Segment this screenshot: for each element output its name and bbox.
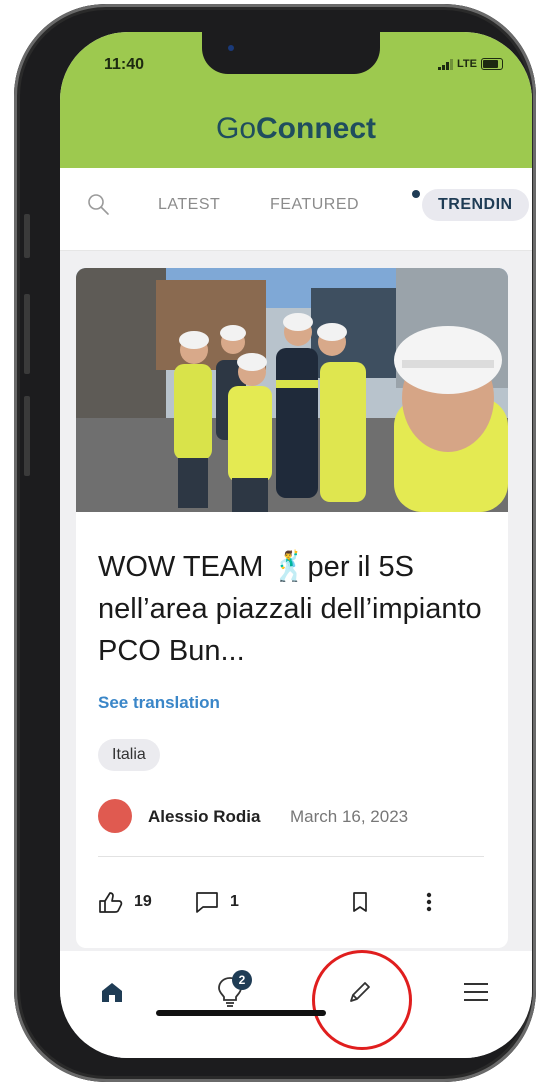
phone-frame: 11:40 LTE GoConnect LATEST FEATURED TREN… <box>14 4 536 1082</box>
highlight-circle <box>312 950 412 1050</box>
hamburger-menu-icon <box>464 983 488 1001</box>
post-actions: 19 1 <box>98 890 490 920</box>
more-vertical-icon <box>426 892 432 912</box>
feed: WOW TEAM 🕺per il 5S nell’area piazzali d… <box>60 251 532 951</box>
battery-icon <box>480 58 503 70</box>
post-date: March 16, 2023 <box>290 807 409 826</box>
home-indicator[interactable] <box>156 1010 326 1016</box>
bookmark-icon <box>353 892 367 912</box>
status-time: 11:40 <box>104 56 145 73</box>
comment-count: 1 <box>230 893 239 910</box>
post-card[interactable]: WOW TEAM 🕺per il 5S nell’area piazzali d… <box>76 268 508 948</box>
comment-icon <box>196 892 218 913</box>
nav-home[interactable] <box>92 972 132 1012</box>
search-icon[interactable] <box>86 192 110 216</box>
like-count: 19 <box>134 893 152 910</box>
app-title-bold: Connect <box>256 112 377 145</box>
tab-trending[interactable]: TRENDIN <box>422 189 529 221</box>
divider <box>98 856 484 857</box>
nav-menu[interactable] <box>456 972 496 1012</box>
post-title[interactable]: WOW TEAM 🕺per il 5S nell’area piazzali d… <box>98 546 490 672</box>
mute-switch <box>24 214 30 258</box>
tab-bar: LATEST FEATURED TRENDIN <box>60 170 532 251</box>
camera <box>228 45 234 51</box>
notch <box>202 32 380 74</box>
tab-featured[interactable]: FEATURED <box>270 196 359 214</box>
signal-icon <box>438 58 453 70</box>
more-options-button[interactable] <box>424 890 434 914</box>
status-icons: LTE <box>438 58 503 70</box>
volume-up-button <box>24 294 30 374</box>
author-name[interactable]: Alessio Rodia <box>148 807 260 827</box>
home-icon <box>102 983 122 1002</box>
avatar[interactable] <box>98 799 132 833</box>
tab-latest[interactable]: LATEST <box>158 196 220 214</box>
post-photo[interactable] <box>76 268 508 512</box>
bottom-nav: 2 <box>60 950 532 1058</box>
volume-down-button <box>24 396 30 476</box>
app-title: GoConnect <box>60 112 532 146</box>
comment-button[interactable]: 1 <box>194 890 239 914</box>
thumbs-up-icon <box>99 892 123 913</box>
nav-ideas[interactable]: 2 <box>210 970 252 1012</box>
see-translation-link[interactable]: See translation <box>98 693 220 713</box>
ideas-badge: 2 <box>232 970 252 990</box>
tag-chip[interactable]: Italia <box>98 739 160 771</box>
bookmark-button[interactable] <box>350 890 370 914</box>
network-label: LTE <box>457 58 477 70</box>
new-content-dot <box>412 190 420 198</box>
app-title-light: Go <box>215 112 257 145</box>
like-button[interactable]: 19 <box>98 890 152 914</box>
screen: 11:40 LTE GoConnect LATEST FEATURED TREN… <box>60 32 532 1058</box>
